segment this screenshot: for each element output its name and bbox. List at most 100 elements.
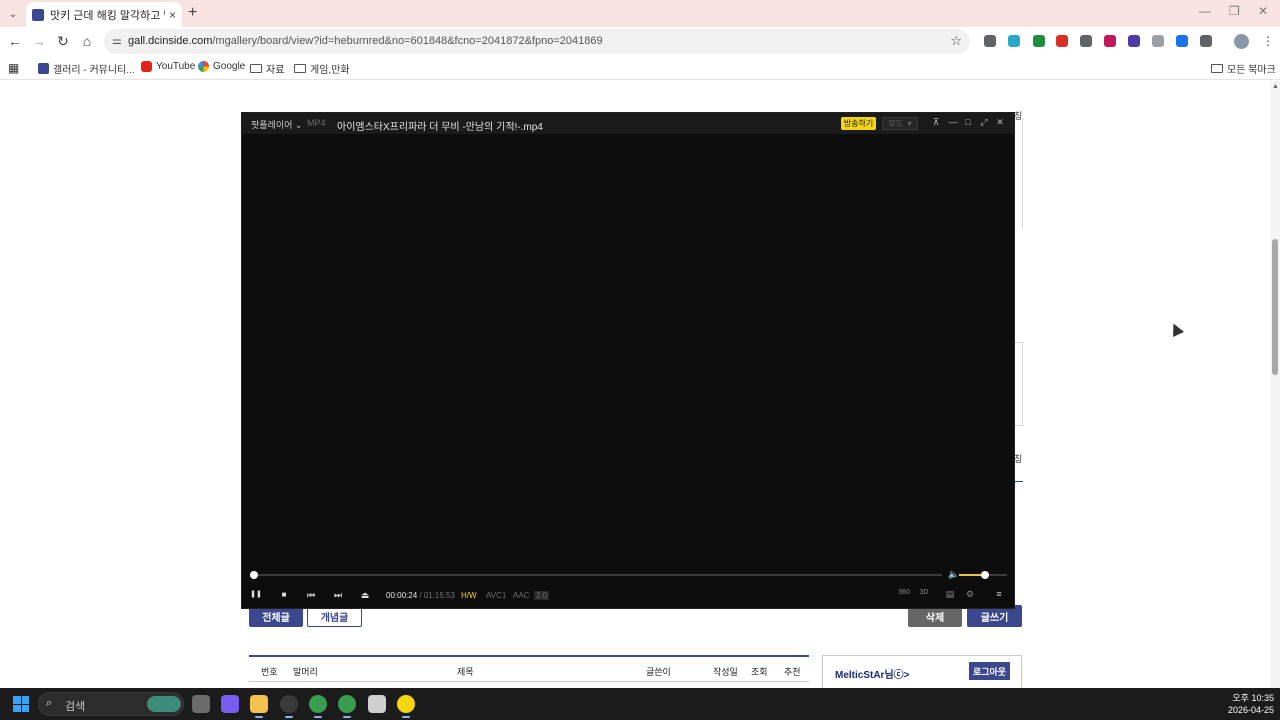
previous-icon[interactable]: ⏮ — [305, 589, 317, 601]
col-head: 말머리 — [293, 667, 318, 677]
bookmark-google[interactable]: Google — [198, 61, 245, 72]
new-tab-icon[interactable]: + — [188, 4, 197, 22]
extension-icon[interactable] — [1008, 35, 1020, 47]
browser-menu-icon[interactable]: ⋮ — [1262, 34, 1274, 48]
hamburger-menu-icon[interactable]: ≡ — [993, 589, 1005, 599]
user-name[interactable]: MelticStAr님ⓒ> — [835, 666, 910, 681]
video-codec-tag[interactable]: AVC1 — [486, 591, 506, 600]
player-brand: 팟플레이어 — [251, 120, 293, 130]
file-explorer-taskbar-icon[interactable] — [250, 695, 268, 718]
minimize-icon[interactable]: — — [948, 117, 958, 127]
extension-icon[interactable] — [1080, 35, 1092, 47]
next-icon[interactable]: ⏭ — [332, 589, 344, 601]
page-scrollbar[interactable]: ▲ — [1270, 81, 1280, 688]
mode-label: 모드 — [888, 119, 904, 128]
bookmark-folder-data[interactable]: 자료 — [250, 61, 284, 76]
all-bookmarks[interactable]: 모든 북마크 — [1211, 61, 1276, 76]
player-titlebar[interactable]: 팟플레이어 ⌄ MP4 아이엠스타X프리파라 더 무비 -만남의 기적!-.mp… — [242, 113, 1014, 134]
extension-icon[interactable] — [1152, 35, 1164, 47]
logout-button[interactable]: 로그아웃 — [969, 662, 1010, 680]
bookmark-star-icon[interactable]: ☆ — [950, 33, 962, 49]
bookmark-label: YouTube — [156, 61, 196, 72]
system-clock[interactable]: 오후 10:35 2026-04-25 — [1218, 692, 1274, 716]
back-icon[interactable]: ← — [7, 34, 23, 48]
window-minimize-icon[interactable]: — — [1199, 4, 1211, 18]
url-text[interactable]: gall.dcinside.com/mgallery/board/view?id… — [128, 35, 603, 47]
audio-channels-tag[interactable]: 2.0 — [534, 591, 550, 600]
pause-icon[interactable]: ❚❚ — [250, 589, 262, 601]
volume-slider[interactable] — [959, 571, 1007, 579]
site-info-icon[interactable]: ⚌ — [112, 34, 122, 47]
kakaotalk-taskbar-icon[interactable] — [397, 695, 415, 718]
view-360-icon[interactable]: 360 — [897, 589, 911, 596]
volume-icon[interactable]: 🔈 — [948, 569, 959, 580]
windows-start-icon[interactable] — [13, 696, 29, 712]
pin-icon[interactable]: ⊼ — [931, 117, 941, 128]
bookmark-dcinside[interactable]: 갤러리 - 커뮤니티... — [38, 61, 135, 76]
bookmark-label: Google — [213, 61, 246, 72]
extension-icon[interactable] — [1104, 35, 1116, 47]
view-3d-icon[interactable]: 3D — [918, 589, 930, 596]
folder-icon — [250, 64, 262, 73]
potplayer-window[interactable]: 팟플레이어 ⌄ MP4 아이엠스타X프리파라 더 무비 -만남의 기적!-.mp… — [241, 112, 1015, 609]
eject-icon[interactable]: ⏏ — [359, 589, 371, 601]
seek-bar[interactable] — [249, 571, 942, 579]
taskview-taskbar-icon[interactable] — [192, 695, 210, 713]
profile-avatar[interactable] — [1234, 34, 1249, 49]
player-brand-menu[interactable]: 팟플레이어 ⌄ — [251, 118, 302, 131]
extension-icon[interactable] — [1200, 35, 1212, 47]
background-text-fragment: 칭 — [1014, 111, 1023, 121]
extension-icon[interactable] — [984, 35, 996, 47]
video-screen[interactable] — [242, 134, 1014, 566]
tab-search-chevron-icon[interactable]: ⌄ — [4, 5, 22, 23]
copilot-taskbar-icon[interactable] — [221, 695, 239, 713]
audio-codec-tag[interactable]: AAC — [513, 591, 529, 600]
maximize-icon[interactable]: □ — [963, 117, 973, 127]
browser-tab[interactable]: 맛키 근데 해킹 말각하고 벌트 × — [26, 2, 182, 27]
close-icon[interactable]: ✕ — [995, 117, 1005, 128]
hw-decoder-tag[interactable]: H/W — [461, 591, 477, 600]
extension-icon[interactable] — [1033, 35, 1045, 47]
scroll-up-icon[interactable]: ▲ — [1272, 83, 1279, 90]
app-circle-taskbar-icon[interactable] — [280, 695, 298, 718]
extension-icon[interactable] — [1176, 35, 1188, 47]
broadcast-button[interactable]: 방송하기 — [841, 117, 876, 130]
chrome-taskbar-icon[interactable] — [309, 695, 327, 718]
stop-icon[interactable]: ■ — [278, 589, 290, 601]
bookmark-label: 게임,만화 — [310, 65, 350, 76]
mode-dropdown[interactable]: 모드 ▾ — [882, 117, 918, 130]
time-display: 00:00:24 / 01:15:53 — [386, 591, 455, 600]
extension-icon[interactable] — [1128, 35, 1140, 47]
background-panel-edge — [1015, 342, 1023, 426]
playlist-icon[interactable]: ▤ — [944, 589, 956, 600]
settings-gear-icon[interactable]: ⚙ — [964, 589, 976, 600]
window-close-icon[interactable]: ✕ — [1258, 4, 1268, 18]
post-table-header: 번호 말머리 제목 글쓴이 작성일 조회 추천 — [249, 655, 809, 682]
bookmark-youtube[interactable]: YouTube — [141, 61, 195, 72]
tab-title: 맛키 근데 해킹 말각하고 벌트 — [50, 9, 165, 22]
forward-icon[interactable]: → — [31, 34, 47, 48]
background-divider — [1015, 481, 1023, 482]
line-taskbar-icon[interactable] — [368, 695, 386, 713]
window-restore-icon[interactable]: ❐ — [1229, 4, 1240, 18]
user-name-text: MelticStAr님 — [835, 670, 894, 681]
login-box: MelticStAr님ⓒ> 로그아웃 — [822, 655, 1022, 688]
folder-icon — [1211, 64, 1223, 73]
scrollbar-thumb[interactable] — [1272, 239, 1278, 375]
col-number: 번호 — [261, 667, 278, 677]
seek-handle[interactable] — [249, 571, 258, 579]
clock-time: 오후 10:35 — [1232, 693, 1274, 703]
fullscreen-icon[interactable]: ⤢ — [979, 117, 989, 128]
reload-icon[interactable]: ↻ — [55, 34, 71, 48]
bookmark-folder-games[interactable]: 게임,만화 — [294, 61, 350, 76]
chevron-down-icon: ⌄ — [294, 120, 303, 130]
taskbar-search[interactable]: ⌕ 검색 — [38, 692, 184, 716]
apps-grid-icon[interactable]: ▦ — [8, 61, 19, 75]
extension-icon[interactable] — [1056, 35, 1068, 47]
tab-close-icon[interactable]: × — [169, 8, 176, 22]
address-bar[interactable]: ⚌ gall.dcinside.com/mgallery/board/view?… — [104, 29, 970, 54]
folder-icon — [294, 64, 306, 73]
chrome-alt-taskbar-icon[interactable] — [338, 695, 356, 718]
home-icon[interactable]: ⌂ — [79, 34, 95, 48]
volume-handle[interactable] — [981, 571, 990, 579]
